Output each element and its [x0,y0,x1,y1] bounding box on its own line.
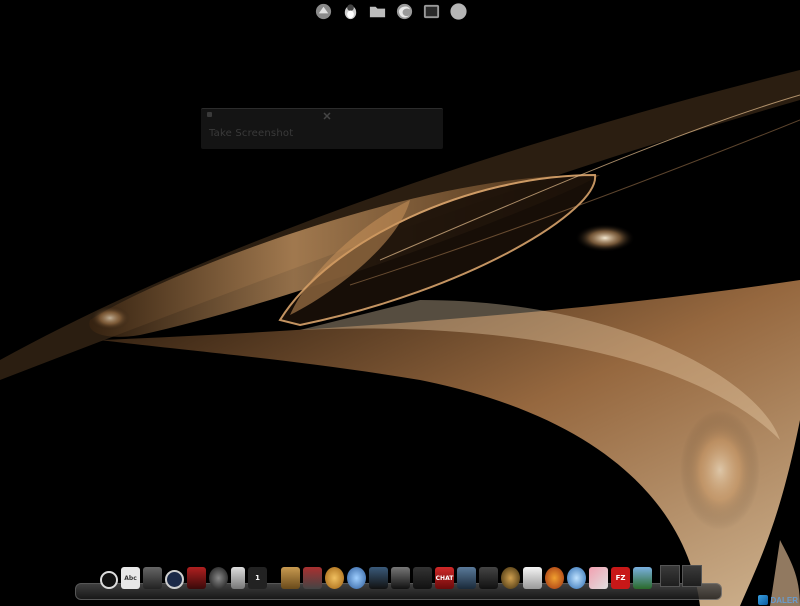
close-icon[interactable] [323,112,331,120]
text-editor-label: Abc [124,574,137,582]
dock: Abc 1 CHAT FZ [100,563,652,589]
ubuntu-icon[interactable] [449,2,468,21]
chat-icon[interactable]: CHAT [435,567,454,589]
workspace-switcher-2[interactable] [682,565,702,587]
desktop-icon[interactable] [479,567,498,589]
terminal-icon[interactable] [143,567,162,589]
lock-icon[interactable] [281,567,300,589]
firefox-icon[interactable] [395,2,414,21]
search-icon[interactable] [347,567,366,589]
spacer-icon[interactable] [413,567,432,589]
calendar-icon[interactable]: 1 [248,567,267,589]
penguin-icon[interactable] [391,567,410,589]
speaker-icon[interactable] [209,567,228,589]
terminal-icon[interactable] [422,2,441,21]
gear-icon[interactable] [501,567,520,589]
safari-icon[interactable] [567,567,586,589]
folder-icon[interactable] [368,2,387,21]
grip-icon[interactable] [207,112,212,117]
watermark-logo-icon [758,595,769,605]
network-icon[interactable] [314,2,333,21]
filezilla-icon[interactable]: FZ [611,567,630,589]
filezilla-label: FZ [615,574,626,582]
dock-right-group [660,565,702,587]
tux-icon[interactable] [341,2,360,21]
power-icon[interactable] [100,571,118,589]
calendar-label: 1 [255,574,260,582]
chat-label: CHAT [435,574,454,582]
eraser-icon[interactable] [589,567,608,589]
watermark: DALER [758,595,798,605]
workspace-switcher-1[interactable] [660,565,680,587]
screenshot-dialog[interactable]: Take Screenshot [201,108,443,149]
system-monitor-icon[interactable] [369,567,388,589]
firefox-icon[interactable] [545,567,564,589]
image-viewer-icon[interactable] [633,567,652,589]
trash-icon[interactable] [231,567,245,589]
desktop: Take Screenshot Abc 1 CHAT FZ DALER [0,0,800,606]
text-editor-icon[interactable]: Abc [121,567,140,589]
display-icon[interactable] [457,567,476,589]
printer-icon[interactable] [523,567,542,589]
dialog-label: Take Screenshot [209,128,294,139]
wallpaper [0,0,800,606]
watermark-text: DALER [770,595,798,605]
media-player-icon[interactable] [187,567,206,589]
clock-icon[interactable] [165,570,184,589]
settings-icon[interactable] [325,567,344,589]
top-launcher [314,0,468,22]
mail-icon[interactable] [303,567,322,589]
